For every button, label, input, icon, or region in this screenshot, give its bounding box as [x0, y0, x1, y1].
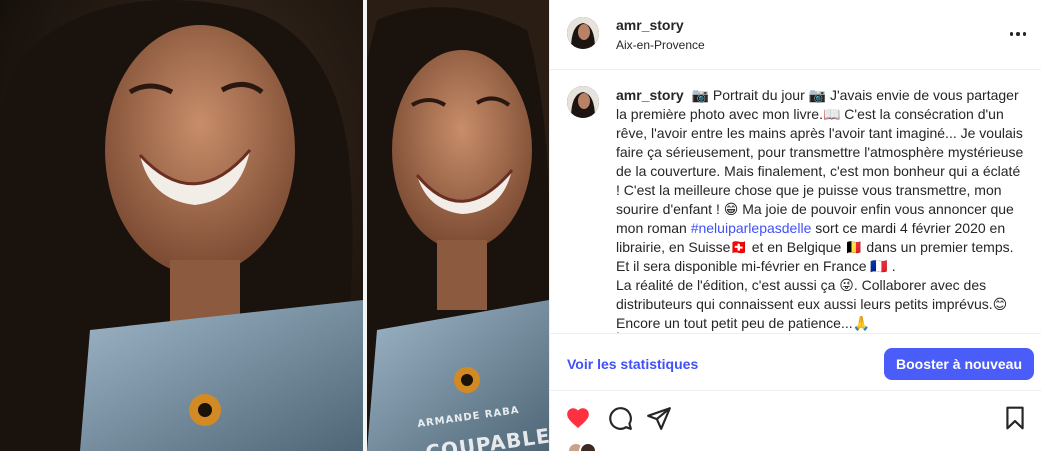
caption-body-part1: 📷 Portrait du jour 📷 J'avais envie de vo…	[616, 87, 1028, 236]
comment-icon[interactable]	[607, 405, 633, 431]
caption-text: amr_story 📷 Portrait du jour 📷 J'avais e…	[616, 86, 1024, 333]
post-photo-1	[0, 0, 363, 451]
bookmark-icon[interactable]	[1002, 405, 1028, 431]
post-location[interactable]: Aix-en-Provence	[616, 38, 705, 52]
post-header: amr_story Aix-en-Provence	[550, 0, 1041, 70]
caption-trailing-dot: .	[616, 321, 620, 333]
post-photo-2: ARMANDE RABA COUPABLE	[367, 0, 549, 451]
more-horizontal-icon[interactable]	[1006, 22, 1030, 46]
post-details-panel: amr_story Aix-en-Provence amr_story 📷 Po…	[549, 0, 1041, 451]
liker-avatar	[579, 442, 597, 451]
view-insights-link[interactable]: Voir les statistiques	[567, 356, 698, 372]
boost-again-button[interactable]: Booster à nouveau	[884, 348, 1034, 380]
heart-filled-icon[interactable]	[565, 405, 591, 431]
caption-body-part2: sort ce mardi 4 février 2020 en librairi…	[616, 220, 1014, 331]
caption-avatar[interactable]	[567, 86, 599, 118]
avatar[interactable]	[567, 17, 599, 49]
post-media[interactable]: ARMANDE RABA COUPABLE	[0, 0, 549, 451]
post-caption: amr_story 📷 Portrait du jour 📷 J'avais e…	[550, 70, 1041, 333]
caption-hashtag[interactable]: #neluiparlepasdelle	[691, 220, 812, 236]
caption-username[interactable]: amr_story	[616, 87, 684, 103]
share-paper-plane-icon[interactable]	[646, 405, 672, 431]
insights-bar: Voir les statistiques Booster à nouveau	[550, 333, 1041, 391]
liked-by-avatars[interactable]	[567, 442, 607, 451]
post-username[interactable]: amr_story	[616, 17, 684, 33]
post-action-icons	[550, 391, 1041, 443]
